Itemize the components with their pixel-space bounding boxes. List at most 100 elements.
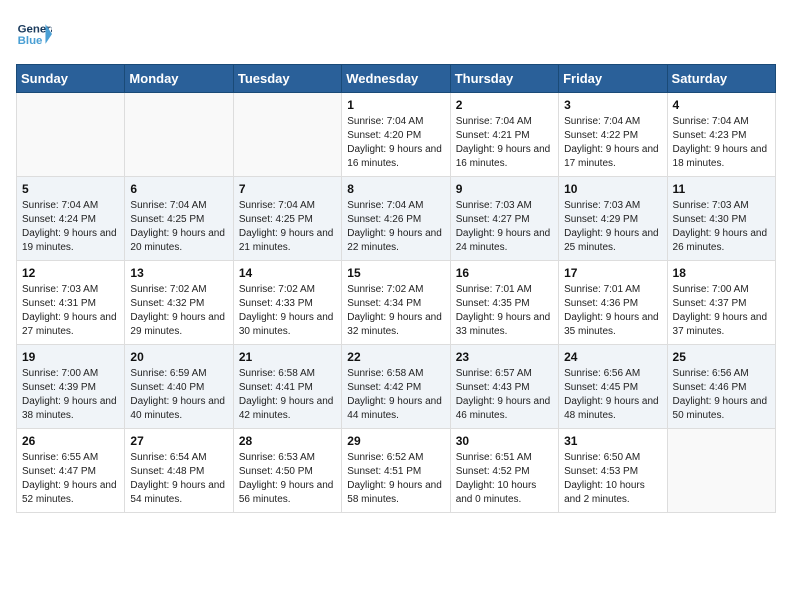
week-row-1: 1 Sunrise: 7:04 AM Sunset: 4:20 PM Daylig… bbox=[17, 93, 776, 177]
calendar-cell: 7 Sunrise: 7:04 AM Sunset: 4:25 PM Daylig… bbox=[233, 177, 341, 261]
calendar-cell bbox=[233, 93, 341, 177]
day-header-sunday: Sunday bbox=[17, 65, 125, 93]
day-info: Sunrise: 6:52 AM Sunset: 4:51 PM Dayligh… bbox=[347, 451, 444, 507]
day-number: 27 bbox=[130, 434, 227, 448]
day-number: 18 bbox=[673, 266, 770, 280]
day-info: Sunrise: 7:00 AM Sunset: 4:37 PM Dayligh… bbox=[673, 283, 770, 339]
day-info: Sunrise: 7:04 AM Sunset: 4:21 PM Dayligh… bbox=[456, 115, 553, 171]
day-info: Sunrise: 7:00 AM Sunset: 4:39 PM Dayligh… bbox=[22, 367, 119, 423]
day-header-wednesday: Wednesday bbox=[342, 65, 450, 93]
day-number: 20 bbox=[130, 350, 227, 364]
calendar-cell: 31Sunrise: 6:50 AM Sunset: 4:53 PM Dayli… bbox=[559, 429, 667, 513]
calendar-cell: 22 Sunrise: 6:58 AM Sunset: 4:42 PM Dayli… bbox=[342, 345, 450, 429]
day-number: 9 bbox=[456, 182, 553, 196]
day-number: 17 bbox=[564, 266, 661, 280]
calendar-cell: 2 Sunrise: 7:04 AM Sunset: 4:21 PM Daylig… bbox=[450, 93, 558, 177]
day-number: 16 bbox=[456, 266, 553, 280]
day-info: Sunrise: 7:04 AM Sunset: 4:22 PM Dayligh… bbox=[564, 115, 661, 171]
day-number: 4 bbox=[673, 98, 770, 112]
day-info: Sunrise: 6:57 AM Sunset: 4:43 PM Dayligh… bbox=[456, 367, 553, 423]
logo-icon: General Blue bbox=[16, 16, 52, 52]
calendar-cell: 19 Sunrise: 7:00 AM Sunset: 4:39 PM Dayli… bbox=[17, 345, 125, 429]
day-number: 30 bbox=[456, 434, 553, 448]
day-info: Sunrise: 6:56 AM Sunset: 4:45 PM Dayligh… bbox=[564, 367, 661, 423]
day-number: 13 bbox=[130, 266, 227, 280]
day-info: Sunrise: 6:54 AM Sunset: 4:48 PM Dayligh… bbox=[130, 451, 227, 507]
day-info: Sunrise: 6:59 AM Sunset: 4:40 PM Dayligh… bbox=[130, 367, 227, 423]
calendar-cell: 14 Sunrise: 7:02 AM Sunset: 4:33 PM Dayli… bbox=[233, 261, 341, 345]
calendar-cell: 21 Sunrise: 6:58 AM Sunset: 4:41 PM Dayli… bbox=[233, 345, 341, 429]
calendar-cell: 16 Sunrise: 7:01 AM Sunset: 4:35 PM Dayli… bbox=[450, 261, 558, 345]
day-info: Sunrise: 7:02 AM Sunset: 4:33 PM Dayligh… bbox=[239, 283, 336, 339]
day-info: Sunrise: 6:51 AM Sunset: 4:52 PM Dayligh… bbox=[456, 451, 553, 507]
day-number: 21 bbox=[239, 350, 336, 364]
day-header-saturday: Saturday bbox=[667, 65, 775, 93]
day-header-tuesday: Tuesday bbox=[233, 65, 341, 93]
calendar-cell: 18 Sunrise: 7:00 AM Sunset: 4:37 PM Dayli… bbox=[667, 261, 775, 345]
day-number: 19 bbox=[22, 350, 119, 364]
calendar-cell: 25Sunrise: 6:56 AM Sunset: 4:46 PM Dayli… bbox=[667, 345, 775, 429]
day-number: 14 bbox=[239, 266, 336, 280]
calendar-cell: 26Sunrise: 6:55 AM Sunset: 4:47 PM Dayli… bbox=[17, 429, 125, 513]
day-number: 1 bbox=[347, 98, 444, 112]
calendar-cell: 23 Sunrise: 6:57 AM Sunset: 4:43 PM Dayli… bbox=[450, 345, 558, 429]
day-info: Sunrise: 7:02 AM Sunset: 4:34 PM Dayligh… bbox=[347, 283, 444, 339]
day-info: Sunrise: 7:01 AM Sunset: 4:35 PM Dayligh… bbox=[456, 283, 553, 339]
calendar-table: SundayMondayTuesdayWednesdayThursdayFrid… bbox=[16, 64, 776, 513]
day-info: Sunrise: 6:56 AM Sunset: 4:46 PM Dayligh… bbox=[673, 367, 770, 423]
day-number: 31 bbox=[564, 434, 661, 448]
day-header-friday: Friday bbox=[559, 65, 667, 93]
day-info: Sunrise: 6:58 AM Sunset: 4:42 PM Dayligh… bbox=[347, 367, 444, 423]
calendar-cell: 4 Sunrise: 7:04 AM Sunset: 4:23 PM Daylig… bbox=[667, 93, 775, 177]
day-info: Sunrise: 7:03 AM Sunset: 4:29 PM Dayligh… bbox=[564, 199, 661, 255]
day-info: Sunrise: 6:55 AM Sunset: 4:47 PM Dayligh… bbox=[22, 451, 119, 507]
calendar-cell: 30 Sunrise: 6:51 AM Sunset: 4:52 PM Dayli… bbox=[450, 429, 558, 513]
day-info: Sunrise: 7:04 AM Sunset: 4:26 PM Dayligh… bbox=[347, 199, 444, 255]
calendar-cell: 20 Sunrise: 6:59 AM Sunset: 4:40 PM Dayli… bbox=[125, 345, 233, 429]
page-header: General Blue bbox=[16, 16, 776, 52]
day-number: 24 bbox=[564, 350, 661, 364]
week-row-3: 12Sunrise: 7:03 AM Sunset: 4:31 PM Dayli… bbox=[17, 261, 776, 345]
week-row-4: 19 Sunrise: 7:00 AM Sunset: 4:39 PM Dayli… bbox=[17, 345, 776, 429]
calendar-cell: 24 Sunrise: 6:56 AM Sunset: 4:45 PM Dayli… bbox=[559, 345, 667, 429]
day-number: 11 bbox=[673, 182, 770, 196]
day-info: Sunrise: 7:04 AM Sunset: 4:20 PM Dayligh… bbox=[347, 115, 444, 171]
calendar-cell: 12Sunrise: 7:03 AM Sunset: 4:31 PM Dayli… bbox=[17, 261, 125, 345]
week-row-2: 5 Sunrise: 7:04 AM Sunset: 4:24 PM Daylig… bbox=[17, 177, 776, 261]
day-number: 3 bbox=[564, 98, 661, 112]
day-number: 6 bbox=[130, 182, 227, 196]
logo: General Blue bbox=[16, 16, 56, 52]
day-info: Sunrise: 7:04 AM Sunset: 4:23 PM Dayligh… bbox=[673, 115, 770, 171]
day-number: 29 bbox=[347, 434, 444, 448]
day-number: 5 bbox=[22, 182, 119, 196]
calendar-cell: 6 Sunrise: 7:04 AM Sunset: 4:25 PM Daylig… bbox=[125, 177, 233, 261]
day-number: 8 bbox=[347, 182, 444, 196]
header-row: SundayMondayTuesdayWednesdayThursdayFrid… bbox=[17, 65, 776, 93]
day-info: Sunrise: 6:58 AM Sunset: 4:41 PM Dayligh… bbox=[239, 367, 336, 423]
day-header-thursday: Thursday bbox=[450, 65, 558, 93]
day-info: Sunrise: 7:04 AM Sunset: 4:25 PM Dayligh… bbox=[130, 199, 227, 255]
day-number: 23 bbox=[456, 350, 553, 364]
calendar-cell: 3 Sunrise: 7:04 AM Sunset: 4:22 PM Daylig… bbox=[559, 93, 667, 177]
day-info: Sunrise: 6:53 AM Sunset: 4:50 PM Dayligh… bbox=[239, 451, 336, 507]
calendar-cell: 27 Sunrise: 6:54 AM Sunset: 4:48 PM Dayli… bbox=[125, 429, 233, 513]
day-info: Sunrise: 7:04 AM Sunset: 4:24 PM Dayligh… bbox=[22, 199, 119, 255]
day-number: 10 bbox=[564, 182, 661, 196]
day-info: Sunrise: 7:01 AM Sunset: 4:36 PM Dayligh… bbox=[564, 283, 661, 339]
calendar-cell: 8 Sunrise: 7:04 AM Sunset: 4:26 PM Daylig… bbox=[342, 177, 450, 261]
calendar-cell: 9 Sunrise: 7:03 AM Sunset: 4:27 PM Daylig… bbox=[450, 177, 558, 261]
calendar-cell: 11Sunrise: 7:03 AM Sunset: 4:30 PM Dayli… bbox=[667, 177, 775, 261]
day-info: Sunrise: 7:03 AM Sunset: 4:27 PM Dayligh… bbox=[456, 199, 553, 255]
week-row-5: 26Sunrise: 6:55 AM Sunset: 4:47 PM Dayli… bbox=[17, 429, 776, 513]
calendar-cell bbox=[17, 93, 125, 177]
calendar-cell: 28 Sunrise: 6:53 AM Sunset: 4:50 PM Dayli… bbox=[233, 429, 341, 513]
svg-text:Blue: Blue bbox=[18, 35, 43, 47]
day-header-monday: Monday bbox=[125, 65, 233, 93]
calendar-cell: 29 Sunrise: 6:52 AM Sunset: 4:51 PM Dayli… bbox=[342, 429, 450, 513]
day-number: 7 bbox=[239, 182, 336, 196]
day-info: Sunrise: 7:04 AM Sunset: 4:25 PM Dayligh… bbox=[239, 199, 336, 255]
calendar-cell: 1 Sunrise: 7:04 AM Sunset: 4:20 PM Daylig… bbox=[342, 93, 450, 177]
day-number: 2 bbox=[456, 98, 553, 112]
day-number: 28 bbox=[239, 434, 336, 448]
day-number: 22 bbox=[347, 350, 444, 364]
